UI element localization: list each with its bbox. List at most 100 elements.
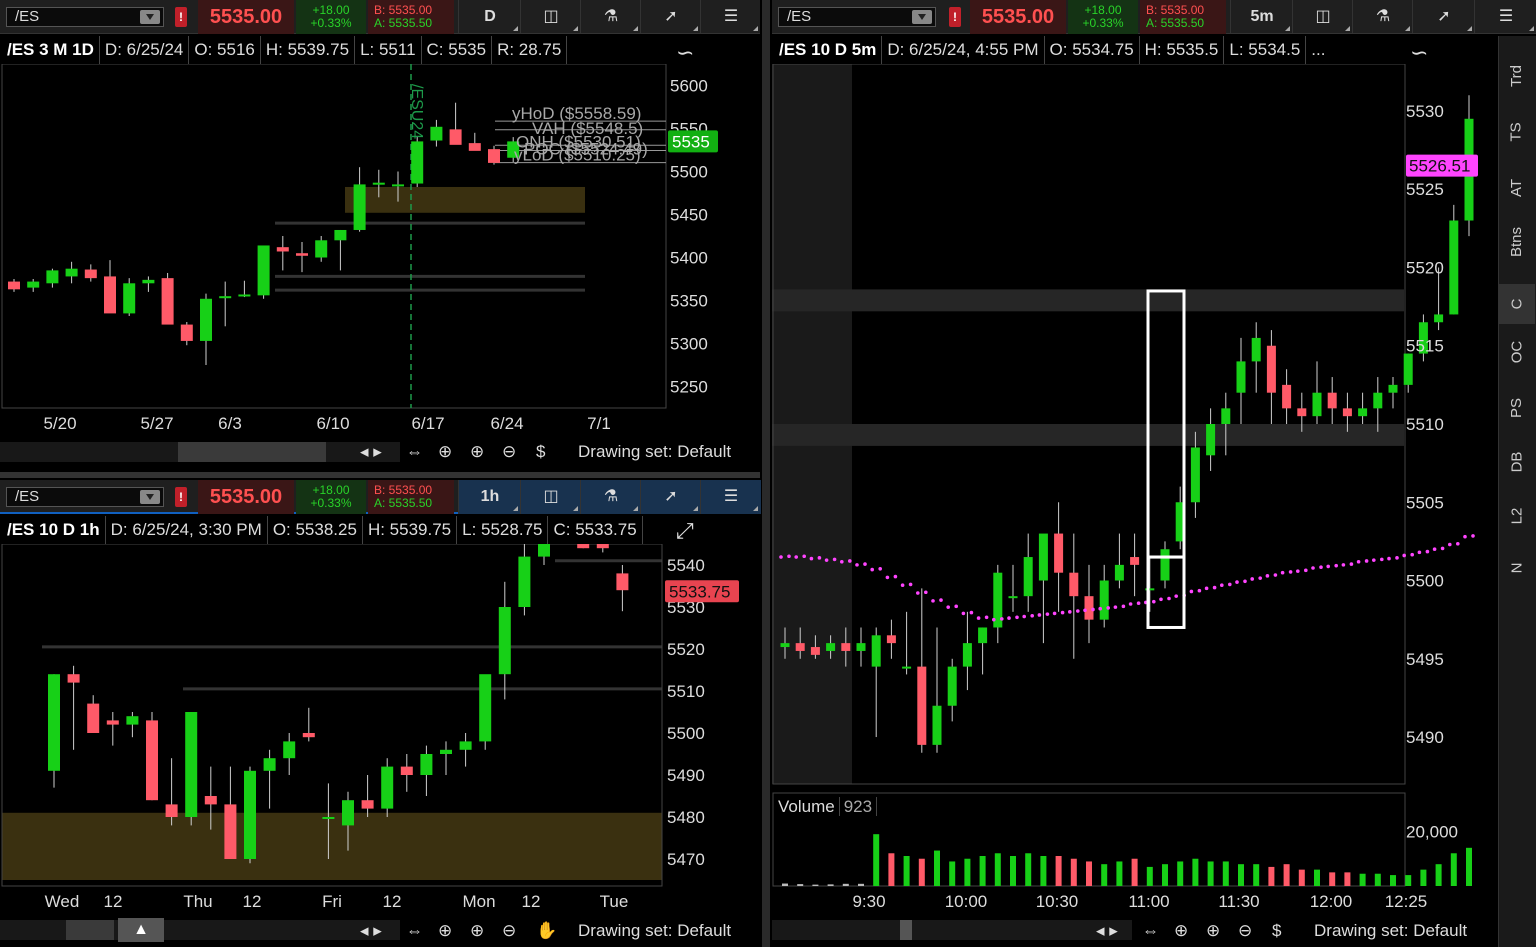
alert-icon[interactable]: !: [175, 7, 187, 27]
p1-timeframe-button[interactable]: D: [458, 0, 521, 34]
p3-drawing-set[interactable]: Drawing set: Default: [1314, 917, 1467, 945]
side-tab-n[interactable]: N: [1499, 548, 1535, 588]
p3-y-tick: 5530: [1406, 102, 1444, 121]
drawings-icon[interactable]: ➚: [1412, 0, 1475, 34]
studies-flask-icon[interactable]: ⚗: [1352, 0, 1413, 34]
pan-icon[interactable]: ⇔: [1142, 917, 1159, 945]
chevron-down-icon[interactable]: [912, 10, 932, 24]
p2-scrollbar[interactable]: ▲: [0, 918, 400, 942]
p3-more[interactable]: ...: [1306, 36, 1330, 64]
p2-arrows-icon[interactable]: ◂ ▸: [360, 917, 382, 945]
drawings-icon[interactable]: ➚: [640, 0, 701, 34]
side-tab-db[interactable]: DB: [1499, 442, 1535, 482]
p2-chart[interactable]: 554055305520551055005490548054705533.75W…: [0, 544, 760, 914]
p3-volume-bar: [1131, 858, 1138, 886]
p1-style-icon[interactable]: ∽: [676, 40, 694, 66]
alert-icon[interactable]: !: [949, 7, 961, 27]
panel-divider[interactable]: [0, 472, 760, 478]
side-tab-trd[interactable]: Trd: [1499, 56, 1535, 96]
chevron-down-icon[interactable]: [140, 10, 160, 24]
p3-volume-bar: [1450, 853, 1457, 886]
p3-last-price: 5535.00: [970, 0, 1066, 34]
pan-icon[interactable]: ⇔: [406, 917, 423, 945]
p1-range: R: 28.75: [492, 36, 568, 64]
p1-arrows-icon[interactable]: ◂ ▸: [360, 438, 382, 466]
side-tab-btns[interactable]: Btns: [1499, 222, 1535, 262]
p2-symbol-input[interactable]: /ES: [6, 487, 164, 507]
p1-scrollbar[interactable]: [0, 442, 400, 462]
side-tab-at[interactable]: AT: [1499, 168, 1535, 208]
p3-volume-bar: [1435, 864, 1442, 886]
p2-scroll-thumb[interactable]: [66, 920, 114, 940]
side-tab-label: DB: [1508, 451, 1525, 473]
p3-footer: ◂ ▸ ⇔ ⊕ ⊕ ⊖ $ Drawing set: Default: [1096, 917, 1496, 945]
dollar-icon[interactable]: $: [536, 438, 545, 466]
p1-drawing-set[interactable]: Drawing set: Default: [578, 438, 731, 466]
p3-candle: [1266, 345, 1276, 393]
p3-y-tick: 5500: [1406, 572, 1444, 591]
p3-arrows-icon[interactable]: ◂ ▸: [1096, 917, 1118, 945]
p3-y-tick: 5495: [1406, 650, 1444, 669]
drawings-icon[interactable]: ➚: [640, 480, 701, 514]
p1-y-tick: 5400: [670, 249, 708, 268]
side-tab-c[interactable]: C: [1499, 284, 1535, 324]
collapse-icon[interactable]: ▲: [118, 918, 164, 942]
p3-style-icon[interactable]: ∽: [1410, 40, 1428, 66]
p3-volume-bar: [1192, 858, 1199, 886]
studies-flask-icon[interactable]: ⚗: [580, 480, 641, 514]
p2-last-price: 5535.00: [198, 480, 294, 514]
candle-style-icon[interactable]: ◫: [1292, 0, 1353, 34]
zoom-out-icon[interactable]: ⊖: [502, 917, 516, 945]
zoom-in-icon[interactable]: ⊕: [1206, 917, 1220, 945]
p2-x-tick: Wed: [45, 892, 80, 911]
side-tab-oc[interactable]: OC: [1499, 332, 1535, 372]
p3-scroll-thumb[interactable]: [900, 920, 912, 940]
menu-icon[interactable]: ☰: [700, 480, 761, 514]
vertical-divider[interactable]: [762, 0, 770, 947]
p3-timeframe-button[interactable]: 5m: [1230, 0, 1293, 34]
candle-style-icon[interactable]: ◫: [520, 480, 581, 514]
p2-expand-icon[interactable]: ⤢: [676, 518, 694, 544]
p1-chart[interactable]: /ESU24 yHoD ($5558.59)VAH ($5548.5)ONH ($…: [0, 64, 760, 438]
p3-candle: [917, 666, 927, 745]
p1-candle: [27, 281, 40, 288]
zoom-in-icon[interactable]: ⊕: [470, 917, 484, 945]
p3-vwap-dot: [855, 563, 859, 567]
p1-scroll-thumb[interactable]: [178, 442, 326, 462]
studies-flask-icon[interactable]: ⚗: [580, 0, 641, 34]
p3-vwap-dot: [1243, 579, 1247, 584]
p2-timeframe-button[interactable]: 1h: [458, 480, 521, 514]
p3-vwap-dot: [976, 616, 981, 620]
p1-close: C: 5535: [422, 36, 493, 64]
candle-style-icon[interactable]: ◫: [520, 0, 581, 34]
crosshair-icon[interactable]: ⊕: [438, 917, 452, 945]
p1-symbol-input[interactable]: /ES: [6, 7, 164, 27]
side-tab-l2[interactable]: L2: [1499, 496, 1535, 536]
p3-vwap-dot: [1204, 586, 1209, 591]
p2-x-tick: Mon: [462, 892, 495, 911]
menu-icon[interactable]: ☰: [700, 0, 761, 34]
alert-icon[interactable]: !: [175, 487, 187, 507]
zoom-out-icon[interactable]: ⊖: [1238, 917, 1252, 945]
zoom-in-icon[interactable]: ⊕: [470, 438, 484, 466]
p2-y-tick: 5500: [667, 724, 705, 743]
p3-vwap-dot: [1128, 602, 1133, 606]
p3-scrollbar[interactable]: [772, 920, 1132, 940]
crosshair-icon[interactable]: ⊕: [438, 438, 452, 466]
side-tab-ts[interactable]: TS: [1499, 112, 1535, 152]
p2-drawing-set[interactable]: Drawing set: Default: [578, 917, 731, 945]
p3-candle: [871, 635, 881, 667]
p3-volume-bar: [949, 861, 956, 886]
side-tab-ps[interactable]: PS: [1499, 388, 1535, 428]
crosshair-icon[interactable]: ⊕: [1174, 917, 1188, 945]
p3-y-tick: 5520: [1406, 258, 1444, 277]
p3-chart[interactable]: 5530 5525 5520 5515 5510 5505 5500 5495 5490 5526…: [772, 64, 1496, 920]
p3-symbol-input[interactable]: /ES: [778, 7, 936, 27]
pan-icon[interactable]: ⇔: [406, 438, 423, 466]
zoom-out-icon[interactable]: ⊖: [502, 438, 516, 466]
menu-icon[interactable]: ☰: [1474, 0, 1536, 34]
chevron-down-icon[interactable]: [140, 490, 160, 504]
dollar-icon[interactable]: $: [1272, 917, 1281, 945]
p1-candle: [84, 269, 97, 279]
hand-icon[interactable]: ✋: [536, 917, 557, 945]
